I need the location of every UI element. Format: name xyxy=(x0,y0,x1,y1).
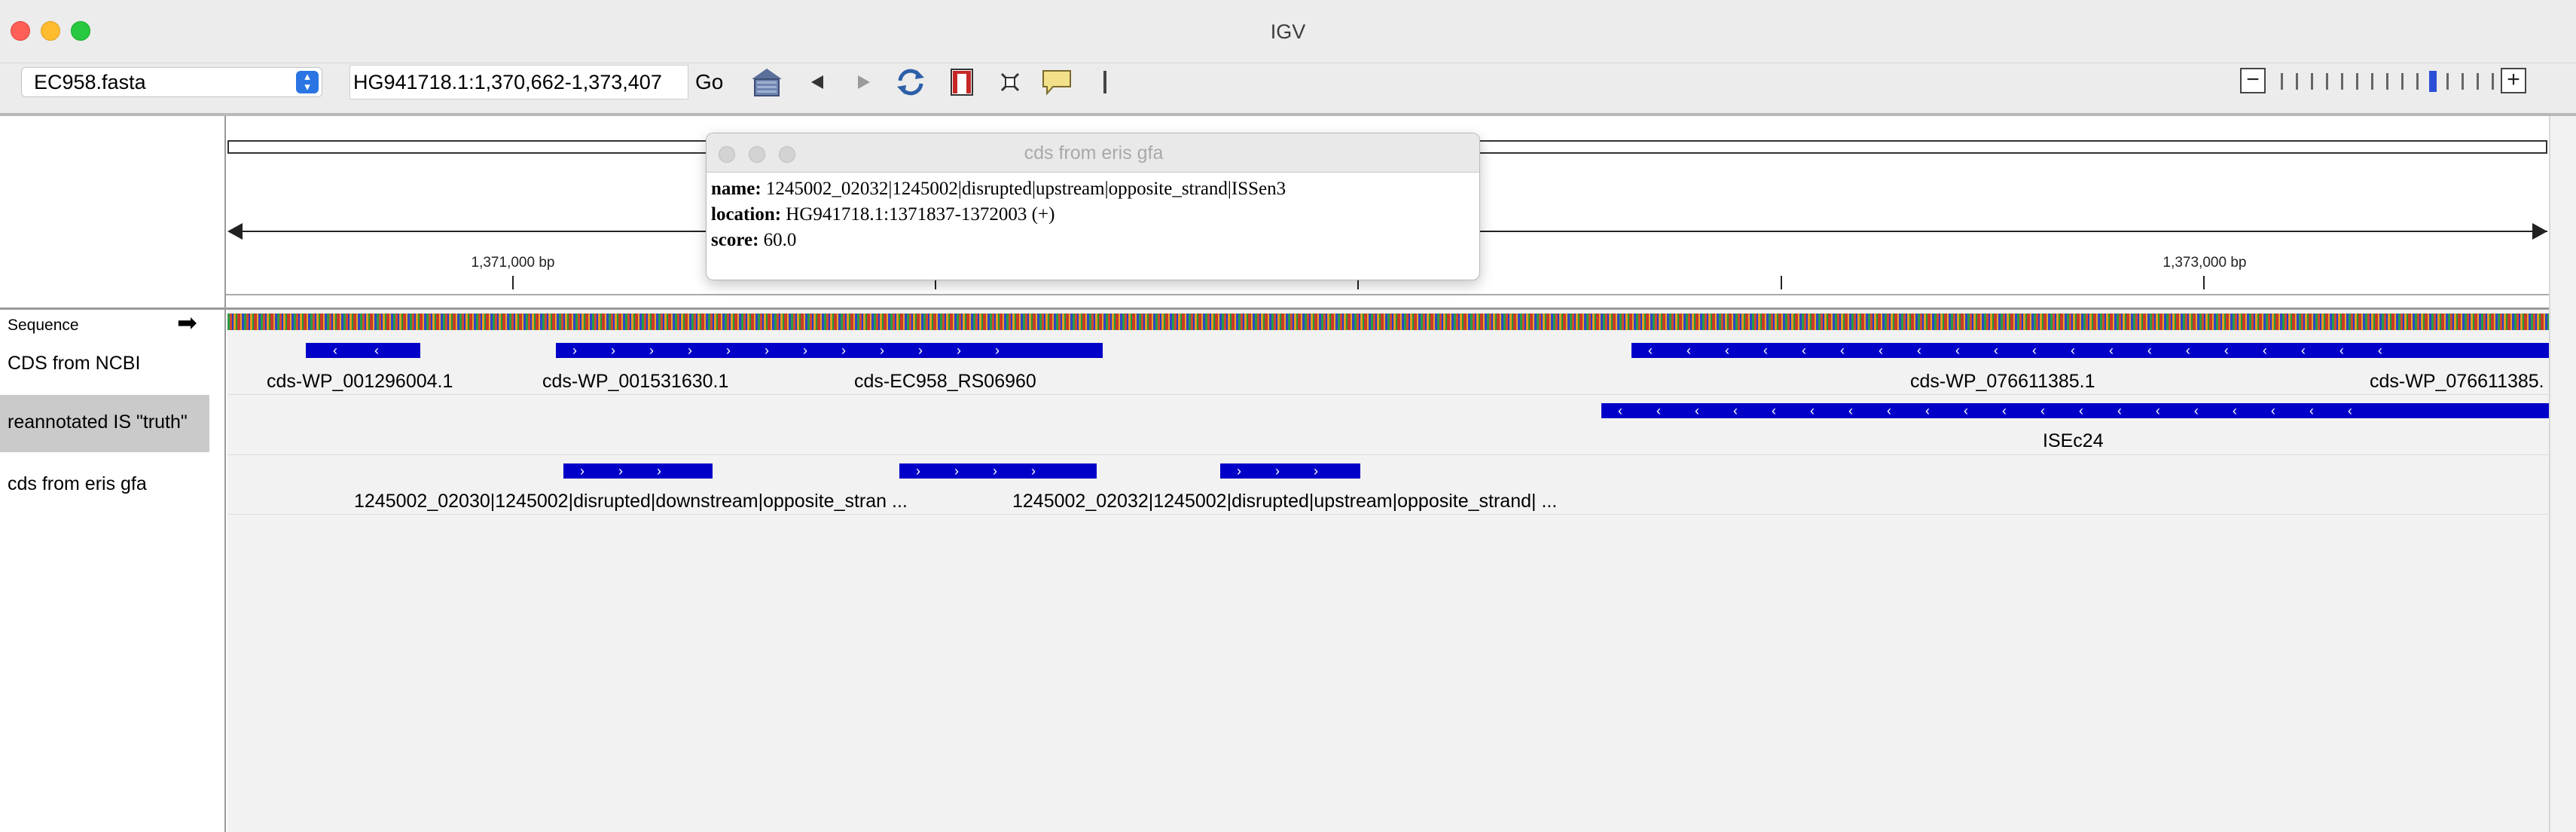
feature-eris-cds[interactable]: › › › › xyxy=(899,463,1097,479)
popup-location-value: HG941718.1:1371837-1372003 (+) xyxy=(781,204,1055,225)
feature-popup[interactable]: cds from eris gfa name: 1245002_02032|12… xyxy=(706,133,1480,280)
popup-location-key: location: xyxy=(711,204,782,225)
forward-icon[interactable] xyxy=(847,65,881,99)
track-label-eris-gfa[interactable]: cds from eris gfa xyxy=(8,473,147,495)
zoom-tick[interactable] xyxy=(2356,73,2358,90)
popup-name-value: 1245002_02032|1245002|disrupted|upstream… xyxy=(761,179,1286,199)
popup-title-bar[interactable]: cds from eris gfa xyxy=(707,133,1479,173)
ruler-tick-label: 1,373,000 bp xyxy=(2162,255,2247,271)
track-label-reannotated-is[interactable]: reannotated IS "truth" xyxy=(8,411,188,433)
fit-to-window-icon[interactable] xyxy=(993,65,1027,99)
popup-score-key: score: xyxy=(711,230,759,250)
track-label-sequence[interactable]: Sequence xyxy=(8,317,79,335)
feature-label: cds-EC958_RS06960 xyxy=(854,371,1036,392)
window-title: IGV xyxy=(1270,20,1306,43)
genome-dropdown[interactable]: EC958.fasta ▴ ▾ xyxy=(21,67,322,97)
track-divider xyxy=(227,514,2549,515)
popup-name-key: name: xyxy=(711,179,762,199)
ruler-tick-label: 1,371,000 bp xyxy=(471,255,555,271)
zoom-tick[interactable] xyxy=(2281,73,2283,90)
feature-label: cds-WP_001531630.1 xyxy=(542,371,729,392)
ruler-toggle-icon[interactable] xyxy=(1088,65,1122,99)
track-divider xyxy=(227,454,2549,455)
popup-name-row: name: 1245002_02032|1245002|disrupted|up… xyxy=(711,179,1286,200)
zoom-tick[interactable] xyxy=(2386,73,2388,90)
feature-label: cds-WP_076611385.1 xyxy=(1910,371,2095,392)
vertical-scrollbar[interactable] xyxy=(2549,116,2576,832)
sequence-track xyxy=(227,314,2549,330)
refresh-icon[interactable] xyxy=(893,65,928,99)
feature-eris-cds[interactable]: › › › xyxy=(1220,463,1360,479)
popup-score-row: score: 60.0 xyxy=(711,230,796,251)
zoom-tick[interactable] xyxy=(2371,73,2373,90)
ruler-tick xyxy=(512,276,514,289)
home-icon[interactable] xyxy=(749,65,784,99)
zoom-tick[interactable] xyxy=(2477,73,2479,90)
feature-label: ISEc24 xyxy=(2043,430,2104,451)
popup-title: cds from eris gfa xyxy=(1024,142,1164,164)
zoom-thumb[interactable] xyxy=(2429,71,2437,92)
updown-chevron-icon: ▴ ▾ xyxy=(296,71,319,93)
region-of-interest-icon[interactable] xyxy=(945,65,979,99)
zoom-out-button[interactable]: − xyxy=(2240,68,2266,93)
track-divider xyxy=(227,394,2549,395)
ruler-tick xyxy=(1781,276,1782,289)
popup-score-value: 60.0 xyxy=(758,230,797,250)
zoom-tick[interactable] xyxy=(2311,73,2313,90)
zoom-tick[interactable] xyxy=(2416,73,2419,90)
zoom-tick[interactable] xyxy=(2326,73,2328,90)
zoom-widget[interactable]: − + xyxy=(2240,68,2526,95)
feature-is-element[interactable]: ‹ ‹ ‹ ‹ ‹ ‹ ‹ ‹ ‹ ‹ ‹ ‹ ‹ ‹ ‹ ‹ ‹ ‹ ‹ ‹ xyxy=(1601,403,2549,418)
ruler-tick xyxy=(2203,276,2205,289)
genome-dropdown-value: EC958.fasta xyxy=(34,71,146,93)
feature-label: 1245002_02030|1245002|disrupted|downstre… xyxy=(354,491,908,512)
track-label-cds-ncbi[interactable]: CDS from NCBI xyxy=(8,353,140,375)
feature-cds-ncbi[interactable]: ‹ ‹ ‹ ‹ ‹ ‹ ‹ ‹ ‹ ‹ ‹ ‹ ‹ ‹ ‹ ‹ ‹ ‹ ‹ ‹ xyxy=(1631,343,2549,358)
zoom-tick[interactable] xyxy=(2462,73,2464,90)
zoom-tick[interactable] xyxy=(2296,73,2298,90)
feature-cds-ncbi[interactable]: ‹ ‹ xyxy=(306,343,420,358)
ruler-baseline xyxy=(226,294,2549,295)
igv-window: IGV EC958.fasta ▴ ▾ HG941718.1:1,370,662-… xyxy=(0,0,2576,832)
strand-arrow-icon[interactable]: ➡ xyxy=(177,310,197,335)
locus-input[interactable]: HG941718.1:1,370,662-1,373,407 xyxy=(349,65,688,99)
popup-location-row: location: HG941718.1:1371837-1372003 (+) xyxy=(711,204,1055,225)
feature-label: cds-WP_001296004.1 xyxy=(267,371,453,392)
feature-label: 1245002_02032|1245002|disrupted|upstream… xyxy=(1012,491,1558,512)
popup-text-icon[interactable] xyxy=(1039,65,1074,99)
feature-eris-cds[interactable]: › › › xyxy=(563,463,713,479)
feature-label: cds-WP_076611385. xyxy=(2370,371,2544,392)
zoom-tick[interactable] xyxy=(2446,73,2449,90)
zoom-tick[interactable] xyxy=(2401,73,2404,90)
go-button[interactable]: Go xyxy=(695,65,727,99)
zoom-in-button[interactable]: + xyxy=(2501,68,2526,93)
title-bar: IGV xyxy=(0,0,2576,63)
zoom-tick[interactable] xyxy=(2492,73,2494,90)
feature-cds-ncbi[interactable]: › › › › › › › › › › › › xyxy=(556,343,1103,358)
back-icon[interactable] xyxy=(800,65,835,99)
zoom-tick[interactable] xyxy=(2341,73,2343,90)
span-right-arrow-icon xyxy=(2532,223,2547,240)
